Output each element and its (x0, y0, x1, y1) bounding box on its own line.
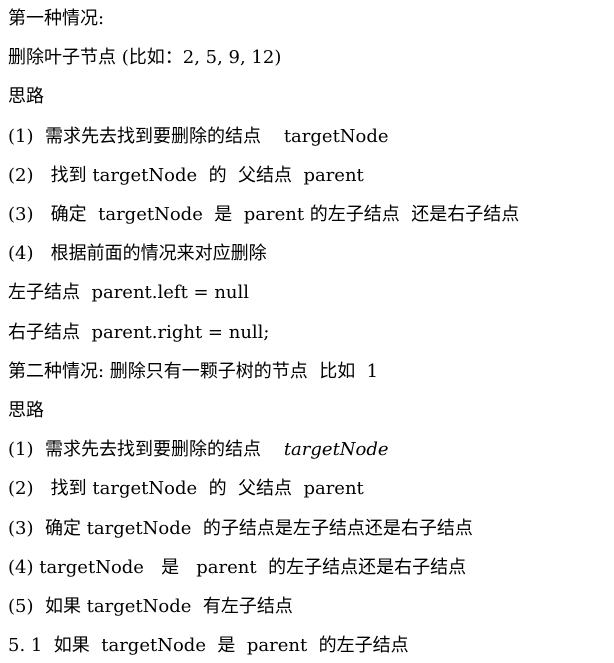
text-line: (1) 需求先去找到要删除的结点 targetNode (8, 126, 389, 147)
text-line: (3) 确定 targetNode 是 parent 的左子结点 还是右子结点 (8, 204, 520, 225)
text-line: 删除叶子节点 (比如：2, 5, 9, 12) (8, 47, 282, 68)
text-line: (3) 确定 targetNode 的子结点是左子结点还是右子结点 (8, 518, 473, 539)
heading-case-one: 第一种情况: (8, 8, 105, 29)
text-line: (2) 找到 targetNode 的 父结点 parent (8, 478, 364, 499)
heading-approach: 思路 (8, 86, 44, 107)
text-line: (5) 如果 targetNode 有左子结点 (8, 596, 293, 617)
italic-target-node: targetNode (283, 439, 389, 460)
text-line: (2) 找到 targetNode 的 父结点 parent (8, 165, 364, 186)
text-line: (4) targetNode 是 parent 的左子结点还是右子结点 (8, 557, 467, 578)
text-line: 5. 1 如果 targetNode 是 parent 的左子结点 (8, 635, 409, 656)
text-line: (4) 根据前面的情况来对应删除 (8, 243, 267, 264)
text-line: (1) 需求先去找到要删除的结点 targetNode (8, 437, 610, 463)
line-text: (1) 需求先去找到要删除的结点 (8, 439, 284, 460)
code-line: 右子结点 parent.right = null; (8, 322, 270, 343)
document-page: 第一种情况: 删除叶子节点 (比如：2, 5, 9, 12) 思路 (1) 需求… (0, 0, 614, 663)
heading-approach: 思路 (8, 400, 44, 421)
heading-case-two: 第二种情况: 删除只有一颗子树的节点 比如 1 (8, 361, 379, 382)
code-line: 左子结点 parent.left = null (8, 282, 250, 303)
